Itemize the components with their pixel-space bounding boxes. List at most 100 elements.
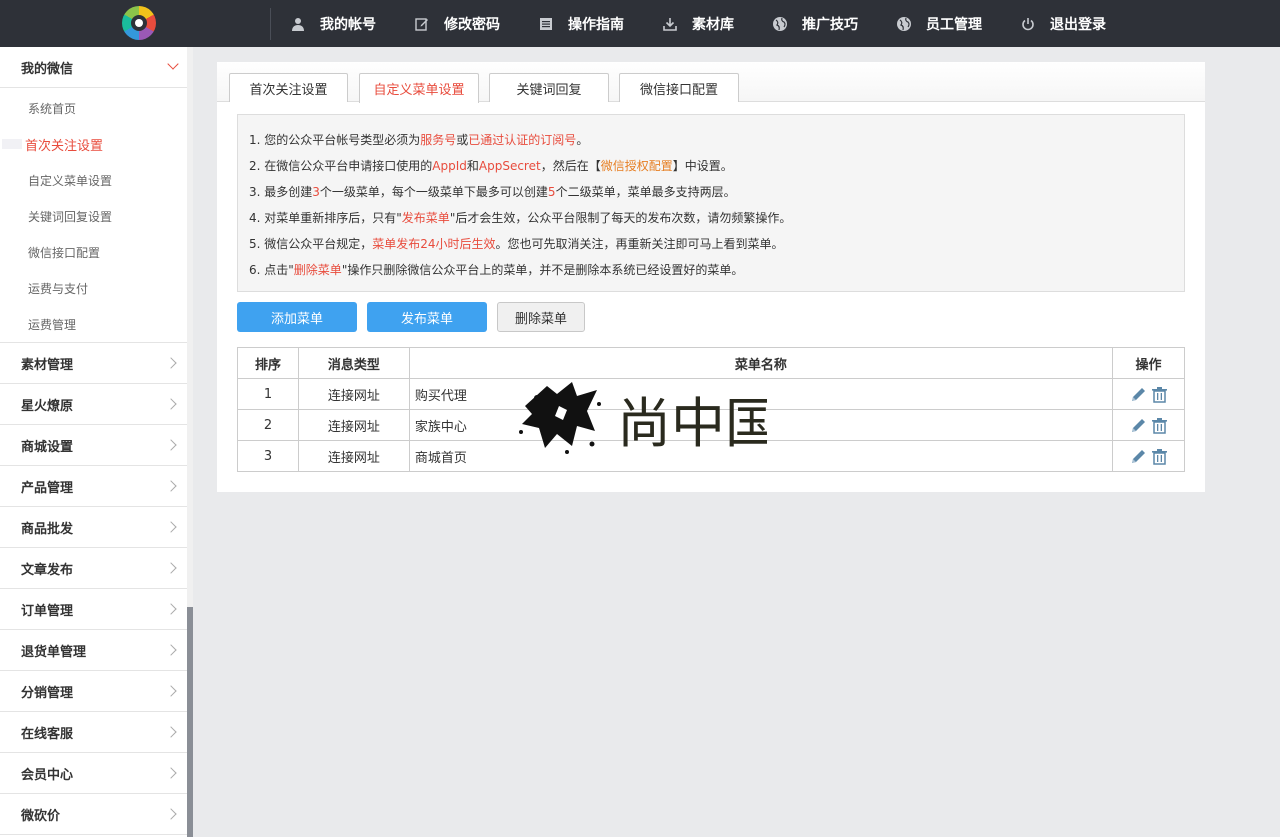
sidebar-item-shipping-payment[interactable]: 运费与支付 [0, 270, 187, 306]
table-header-row: 排序 消息类型 菜单名称 操作 [237, 347, 1185, 379]
sidebar-item-first-follow[interactable]: 首次关注设置 [0, 126, 187, 162]
cell-order: 3 [237, 440, 299, 472]
chevron-right-icon [167, 725, 177, 739]
nav-label: 修改密码 [444, 16, 500, 33]
calligraphy-watermark: 尚中国 [517, 376, 779, 458]
cell-order: 1 [237, 378, 299, 410]
nav-promotion[interactable]: 推广技巧 [772, 14, 858, 34]
chevron-right-icon [167, 602, 177, 616]
sidebar-group-articles[interactable]: 文章发布 [0, 548, 187, 589]
sidebar-item-label: 首次关注设置 [25, 138, 104, 154]
edit-pencil-icon[interactable] [1130, 448, 1147, 465]
user-icon [290, 16, 306, 32]
sidebar-submenu: 系统首页 首次关注设置 自定义菜单设置 关键词回复设置 微信接口配置 运费与支付… [0, 88, 187, 343]
sidebar-group-label: 素材管理 [21, 357, 74, 373]
app-logo[interactable] [122, 6, 156, 40]
tab-label: 微信接口配置 [639, 82, 718, 98]
edit-pencil-icon[interactable] [1130, 386, 1147, 403]
sidebar-group-mall-settings[interactable]: 商城设置 [0, 425, 187, 466]
sidebar-group-materials[interactable]: 素材管理 [0, 343, 187, 384]
delete-menu-button[interactable]: 删除菜单 [497, 302, 585, 332]
tab-label: 首次关注设置 [249, 82, 328, 98]
scrollbar-thumb[interactable] [187, 607, 193, 837]
globe-icon [772, 16, 788, 32]
sidebar: 我的微信 系统首页 首次关注设置 自定义菜单设置 关键词回复设置 微信接口配置 … [0, 47, 187, 837]
chevron-right-icon [167, 479, 177, 493]
sidebar-item-label: 系统首页 [28, 101, 77, 116]
sidebar-group-orders[interactable]: 订单管理 [0, 589, 187, 630]
tab-label: 自定义菜单设置 [373, 83, 465, 98]
chevron-right-icon [167, 356, 177, 370]
nav-materials[interactable]: 素材库 [662, 14, 734, 34]
trash-icon[interactable] [1151, 417, 1168, 434]
sidebar-item-custom-menu[interactable]: 自定义菜单设置 [0, 162, 187, 198]
cell-type: 连接网址 [297, 409, 410, 441]
sidebar-group-products[interactable]: 产品管理 [0, 466, 187, 507]
sidebar-group-label: 订单管理 [21, 603, 74, 619]
chevron-right-icon [167, 684, 177, 698]
sidebar-group-label: 分销管理 [21, 685, 74, 701]
nav-guide[interactable]: 操作指南 [538, 14, 624, 34]
sidebar-group-label: 商品批发 [21, 521, 74, 537]
column-header: 菜单名称 [408, 347, 1114, 379]
sidebar-group-label: 文章发布 [21, 562, 74, 578]
chevron-right-icon [167, 766, 177, 780]
chevron-down-icon [167, 60, 177, 74]
sidebar-group-label: 商城设置 [21, 439, 74, 455]
notice-line-4: 4. 对菜单重新排序后，只有"发布菜单"后才会生效，公众平台限制了每天的发布次数… [249, 211, 792, 225]
top-bar: 我的帐号 修改密码 操作指南 素材库 推广技巧 员工管理 退出登录 [0, 0, 1280, 47]
sidebar-group-label: 星火燎原 [21, 398, 74, 414]
notice-line-3: 3. 最多创建3个一级菜单，每个一级菜单下最多可以创建5个二级菜单，菜单最多支持… [249, 185, 736, 199]
wechat-auth-link[interactable]: 微信授权配置 [601, 159, 673, 173]
publish-menu-button[interactable]: 发布菜单 [367, 302, 487, 332]
trash-icon[interactable] [1151, 386, 1168, 403]
nav-change-password[interactable]: 修改密码 [414, 14, 500, 34]
nav-my-account[interactable]: 我的帐号 [290, 14, 376, 34]
notice-line-5: 5. 微信公众平台规定，菜单发布24小时后生效。您也可先取消关注，再重新关注即可… [249, 237, 784, 251]
sidebar-group-distribution[interactable]: 分销管理 [0, 671, 187, 712]
sidebar-group-label: 在线客服 [21, 726, 74, 742]
sidebar-group-support[interactable]: 在线客服 [0, 712, 187, 753]
nav-label: 我的帐号 [320, 16, 376, 33]
nav-label: 推广技巧 [802, 16, 858, 33]
sidebar-item-shipping-manage[interactable]: 运费管理 [0, 306, 187, 342]
top-nav: 我的帐号 修改密码 操作指南 素材库 推广技巧 员工管理 退出登录 [290, 0, 1144, 47]
trash-icon[interactable] [1151, 448, 1168, 465]
topbar-divider [270, 8, 271, 40]
chevron-right-icon [167, 438, 177, 452]
nav-label: 操作指南 [568, 16, 624, 33]
sidebar-group-wholesale[interactable]: 商品批发 [0, 507, 187, 548]
tab-keyword-reply[interactable]: 关键词回复 [489, 73, 609, 102]
tab-wechat-api[interactable]: 微信接口配置 [619, 73, 739, 102]
column-header: 消息类型 [297, 347, 410, 379]
nav-label: 素材库 [692, 16, 734, 33]
edit-icon [414, 16, 430, 32]
tab-first-follow[interactable]: 首次关注设置 [229, 73, 348, 102]
notice-line-2: 2. 在微信公众平台申请接口使用的AppId和AppSecret，然后在【微信授… [249, 159, 733, 173]
nav-staff[interactable]: 员工管理 [896, 14, 982, 34]
edit-pencil-icon[interactable] [1130, 417, 1147, 434]
sidebar-group-members[interactable]: 会员中心 [0, 753, 187, 794]
cell-type: 连接网址 [297, 378, 410, 410]
watermark-text: 尚中国 [617, 392, 767, 455]
sidebar-item-wechat-api[interactable]: 微信接口配置 [0, 234, 187, 270]
tab-custom-menu[interactable]: 自定义菜单设置 [359, 73, 479, 103]
column-header: 操作 [1112, 347, 1185, 379]
notice-line-1: 1. 您的公众平台帐号类型必须为服务号或已通过认证的订阅号。 [249, 133, 589, 147]
chevron-right-icon [167, 643, 177, 657]
sidebar-group-bargain[interactable]: 微砍价 [0, 794, 187, 835]
sidebar-item-home[interactable]: 系统首页 [0, 90, 187, 126]
cell-order: 2 [237, 409, 299, 441]
sidebar-group-my-wechat[interactable]: 我的微信 [0, 47, 187, 88]
add-menu-button[interactable]: 添加菜单 [237, 302, 357, 332]
cell-type: 连接网址 [297, 440, 410, 472]
sidebar-item-keyword-reply[interactable]: 关键词回复设置 [0, 198, 187, 234]
chevron-right-icon [167, 807, 177, 821]
sidebar-scrollbar[interactable] [187, 47, 193, 837]
sidebar-group-returns[interactable]: 退货单管理 [0, 630, 187, 671]
sidebar-item-label: 微信接口配置 [28, 245, 101, 260]
nav-logout[interactable]: 退出登录 [1020, 14, 1106, 34]
sidebar-group-label: 退货单管理 [21, 644, 87, 660]
tab-bar: 首次关注设置 自定义菜单设置 关键词回复 微信接口配置 [217, 62, 1205, 103]
sidebar-group-spark[interactable]: 星火燎原 [0, 384, 187, 425]
